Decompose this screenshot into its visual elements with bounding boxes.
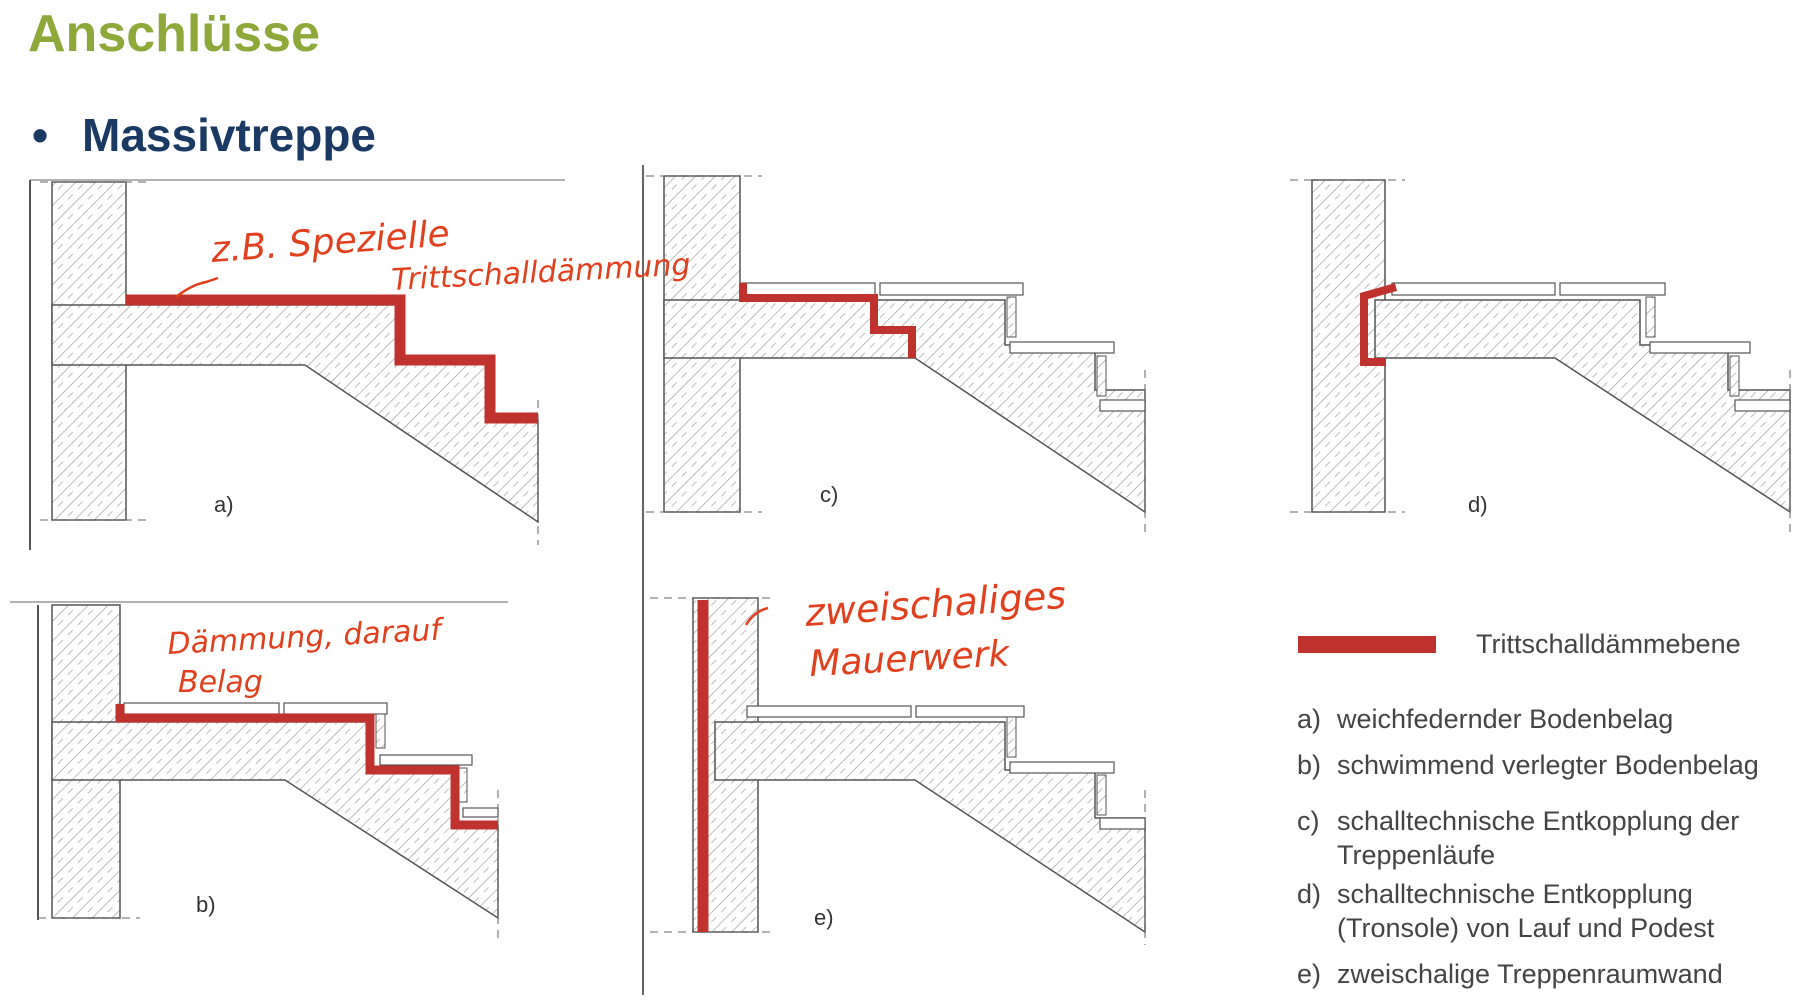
legend-text-d2: (Tronsole) von Lauf und Podest	[1337, 913, 1715, 943]
handwriting-a: z.B. Spezielle Trittschalldämmung	[175, 213, 691, 298]
legend-key-d: d)	[1297, 879, 1321, 909]
annotation-b-line1: Dämmung, darauf	[167, 612, 447, 662]
handwriting-b: Dämmung, darauf Belag	[167, 612, 447, 700]
figure-label-d: d)	[1468, 492, 1488, 517]
annotation-e-line1: zweischaliges	[803, 573, 1068, 635]
figure-label-e: e)	[814, 905, 834, 930]
figure-c: c)	[646, 175, 1146, 535]
figure-label-c: c)	[820, 482, 838, 507]
legend-swatch-label: Trittschalldämmebene	[1476, 629, 1741, 659]
annotation-b-line2: Belag	[178, 665, 263, 700]
legend-text-d: schalltechnische Entkopplung	[1337, 879, 1693, 909]
legend-swatch	[1298, 636, 1436, 653]
legend-text-b: schwimmend verlegter Bodenbelag	[1337, 750, 1759, 780]
legend-text-a: weichfedernder Bodenbelag	[1336, 704, 1673, 734]
handwriting-e: zweischaliges Mauerwerk	[744, 573, 1068, 685]
legend-key-c: c)	[1297, 806, 1320, 836]
legend-text-c: schalltechnische Entkopplung der	[1337, 806, 1739, 836]
figure-label-b: b)	[196, 892, 216, 917]
legend-key-e: e)	[1297, 959, 1321, 989]
annotation-e-line2: Mauerwerk	[808, 633, 1012, 685]
legend-key-a: a)	[1297, 704, 1321, 734]
legend-key-b: b)	[1297, 750, 1321, 780]
diagram-canvas: a) b) c) d) e) z.B. Spezielle Trittschal…	[10, 165, 1791, 995]
legend-text-c2: Treppenläufe	[1337, 840, 1495, 870]
legend: Trittschalldämmebene a) weichfedernder B…	[1297, 629, 1759, 989]
legend-text-e: zweischalige Treppenraumwand	[1337, 959, 1723, 989]
figure-label-a: a)	[214, 492, 234, 517]
figure-d: d)	[1290, 179, 1791, 535]
